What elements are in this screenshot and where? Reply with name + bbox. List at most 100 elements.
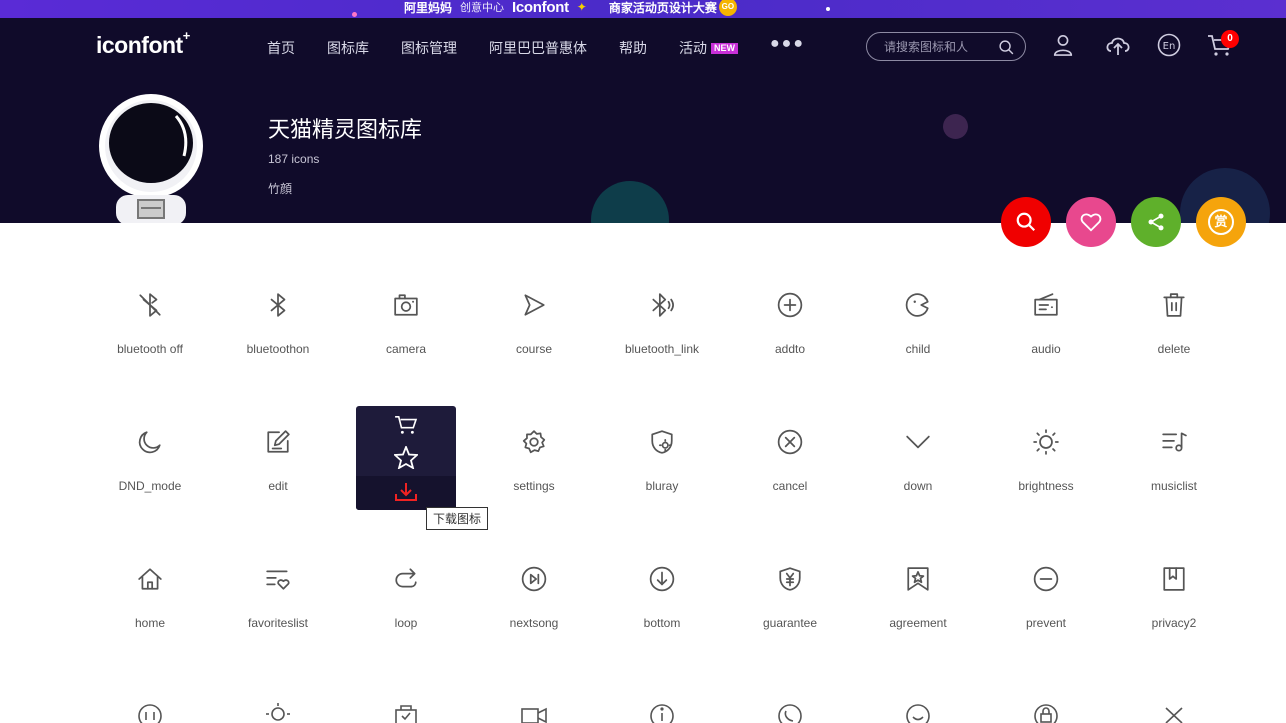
icon-card[interactable]: camera bbox=[342, 240, 470, 370]
icon-card-label: edit bbox=[268, 479, 288, 493]
banner-logo: Iconfont bbox=[512, 0, 569, 16]
icon-card-label: bluetoothon bbox=[246, 342, 310, 356]
icon-card-label: course bbox=[515, 342, 553, 356]
add-to-cart-icon[interactable] bbox=[394, 415, 418, 435]
search-input[interactable] bbox=[884, 39, 994, 54]
icon-card[interactable]: cancel bbox=[726, 377, 854, 507]
banner-brand: 阿里妈妈 bbox=[404, 0, 453, 15]
icon-card[interactable]: edit bbox=[214, 377, 342, 507]
astronaut-avatar bbox=[99, 94, 203, 223]
download-icon[interactable] bbox=[395, 482, 417, 502]
header-decoration bbox=[591, 181, 669, 223]
icon-card[interactable]: agreement bbox=[854, 514, 982, 644]
promo-banner[interactable]: 阿里妈妈 创意中心 Iconfont ✦ 商家活动页设计大赛 GO bbox=[0, 0, 1286, 18]
nav-help[interactable]: 帮助 bbox=[619, 38, 647, 58]
home-icon bbox=[138, 568, 162, 590]
moon-icon bbox=[138, 431, 161, 454]
share-icon bbox=[1148, 213, 1164, 231]
music-list-icon bbox=[1162, 432, 1187, 452]
icon-card-label: audio bbox=[1031, 342, 1061, 356]
icon-card[interactable]: bluetoothon bbox=[214, 240, 342, 370]
main-nav: 首页 图标库 图标管理 阿里巴巴普惠体 帮助 活动 NEW ●●● bbox=[267, 35, 805, 58]
sun-icon bbox=[1033, 429, 1059, 455]
banner-sub: 创意中心 bbox=[460, 2, 505, 14]
icon-card[interactable]: addto bbox=[726, 240, 854, 370]
icon-card[interactable]: musiclist bbox=[1110, 377, 1238, 507]
icon-card[interactable]: bluetooth off bbox=[86, 240, 214, 370]
icon-card-label: loop bbox=[394, 616, 418, 630]
icon-card[interactable]: child bbox=[854, 240, 982, 370]
icon-card[interactable]: brightness bbox=[982, 377, 1110, 507]
bookmark-icon bbox=[1163, 567, 1185, 591]
icon-card[interactable]: bluray bbox=[598, 377, 726, 507]
bluetooth-icon bbox=[270, 293, 286, 317]
icon-count: 187 icons bbox=[268, 152, 320, 166]
icon-card-label: guarantee bbox=[762, 616, 818, 630]
icon-card[interactable]: audio bbox=[982, 240, 1110, 370]
language-icon[interactable]: En bbox=[1157, 33, 1181, 57]
cart-count-badge: 0 bbox=[1221, 30, 1239, 48]
icon-card[interactable]: DND_mode bbox=[86, 377, 214, 507]
star-bookmark-icon bbox=[907, 567, 929, 591]
icon-card-label: privacy2 bbox=[1151, 616, 1197, 630]
more-menu-icon[interactable]: ●●● bbox=[770, 35, 805, 58]
upload-cloud-icon[interactable] bbox=[1104, 33, 1132, 57]
play-outline-icon bbox=[524, 294, 545, 316]
user-icon[interactable] bbox=[1052, 33, 1074, 57]
collect-star-icon[interactable] bbox=[394, 446, 418, 469]
search-box bbox=[866, 32, 1026, 61]
search-icon[interactable] bbox=[998, 39, 1015, 56]
icon-card[interactable]: privacy2 bbox=[1110, 514, 1238, 644]
nav-home[interactable]: 首页 bbox=[267, 38, 295, 58]
icon-card-label: down bbox=[903, 479, 933, 493]
camera-icon bbox=[394, 294, 418, 316]
loop-icon bbox=[395, 568, 417, 588]
icon-grid-row-partial bbox=[138, 703, 1183, 723]
icon-card-label: home bbox=[134, 616, 166, 630]
icon-card[interactable]: favoriteslist bbox=[214, 514, 342, 644]
nav-activity-label: 活动 bbox=[679, 40, 707, 56]
nav-icon-management[interactable]: 图标管理 bbox=[401, 38, 457, 58]
edit-icon bbox=[267, 430, 290, 453]
icon-card-label: delete bbox=[1157, 342, 1191, 356]
icon-card[interactable]: home bbox=[86, 514, 214, 644]
icon-card-label: bluray bbox=[645, 479, 679, 493]
icon-card[interactable]: down bbox=[854, 377, 982, 507]
new-badge: NEW bbox=[711, 43, 738, 54]
icon-card-label: child bbox=[905, 342, 931, 356]
icon-card[interactable]: delete bbox=[1110, 240, 1238, 370]
trash-icon bbox=[1163, 293, 1185, 317]
x-circle-icon bbox=[777, 429, 803, 455]
library-author[interactable]: 竹顔 bbox=[268, 180, 292, 197]
radio-icon bbox=[1034, 293, 1058, 316]
chevron-down-icon bbox=[906, 435, 930, 449]
nav-alibaba-font[interactable]: 阿里巴巴普惠体 bbox=[489, 38, 587, 58]
yen-shield-icon bbox=[779, 567, 801, 591]
icon-card-label: DND_mode bbox=[118, 479, 182, 493]
banner-decoration bbox=[352, 12, 357, 17]
heart-icon bbox=[1080, 213, 1102, 232]
icon-card-label: addto bbox=[774, 342, 806, 356]
banner-event: 商家活动页设计大赛 bbox=[608, 0, 717, 15]
icon-card[interactable]: bottom bbox=[598, 514, 726, 644]
bluetooth-link-icon bbox=[652, 293, 674, 317]
banner-spark-icon: ✦ bbox=[576, 0, 587, 14]
nav-icon-library[interactable]: 图标库 bbox=[327, 38, 369, 58]
banner-go-badge: GO bbox=[718, 0, 737, 16]
reward-icon: 赏 bbox=[1208, 209, 1234, 235]
icon-card[interactable]: loop bbox=[342, 514, 470, 644]
icon-card-label: bottom bbox=[643, 616, 681, 630]
icon-card[interactable]: prevent bbox=[982, 514, 1110, 644]
icon-card[interactable]: bluetooth_link bbox=[598, 240, 726, 370]
icon-card[interactable]: settings bbox=[470, 377, 598, 507]
gear-icon bbox=[522, 430, 546, 454]
icon-card-label: bluetooth off bbox=[117, 342, 183, 356]
nav-activity[interactable]: 活动 NEW bbox=[679, 38, 738, 58]
icon-card[interactable]: course bbox=[470, 240, 598, 370]
arrow-down-circle-icon bbox=[649, 566, 675, 592]
next-song-icon bbox=[521, 566, 547, 592]
header-decoration bbox=[943, 114, 968, 139]
icon-card[interactable]: guarantee bbox=[726, 514, 854, 644]
icon-card[interactable]: nextsong bbox=[470, 514, 598, 644]
site-logo[interactable]: iconfont+ bbox=[96, 28, 190, 59]
